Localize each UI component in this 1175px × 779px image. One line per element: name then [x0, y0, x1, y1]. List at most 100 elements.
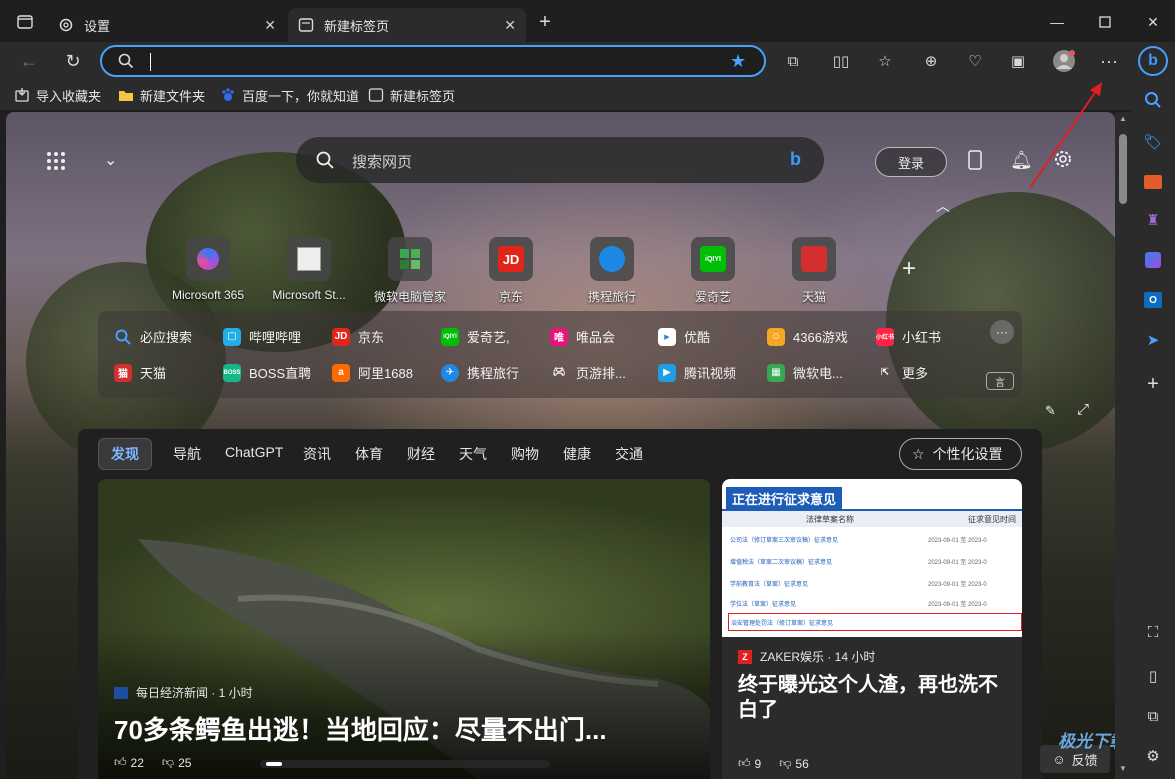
search-icon[interactable] — [1141, 88, 1165, 112]
quick-link-jd[interactable]: JD — [489, 237, 533, 281]
site-link[interactable]: BOSS BOSS直聘 — [223, 363, 311, 382]
site-navigation-panel — [98, 311, 1022, 398]
favorite-star-icon[interactable]: ★ — [730, 51, 746, 72]
hide-sidebar-icon[interactable]: ▯ — [1141, 664, 1165, 688]
scroll-down-icon[interactable]: ▼ — [1119, 764, 1127, 773]
feed-tab[interactable]: 交通 — [615, 444, 643, 464]
feed-tab[interactable]: 导航 — [173, 444, 201, 464]
address-bar[interactable]: ★ — [100, 45, 766, 77]
toolbar: ← ↻ ★ ⧉ ▯▯ ☆ ⊕ ♡ ▣ ··· b — [0, 42, 1175, 80]
close-tab-icon[interactable]: ✕ — [264, 17, 276, 34]
open-external-icon[interactable]: ⧉ — [1141, 704, 1165, 728]
quick-link-ctrip[interactable] — [590, 237, 634, 281]
site-link[interactable]: 猫天猫 — [114, 363, 166, 382]
add-sidebar-app-icon[interactable]: + — [1141, 372, 1165, 396]
split-screen-icon[interactable]: ▯▯ — [828, 49, 854, 73]
microsoft365-icon[interactable] — [1141, 248, 1165, 272]
tools-icon[interactable] — [1141, 170, 1165, 194]
feed-tab[interactable]: ChatGPT — [225, 444, 283, 460]
personalize-button[interactable]: ☆ 个性化设置 — [899, 438, 1022, 470]
scroll-up-icon[interactable]: ▲ — [1119, 114, 1127, 123]
site-link[interactable]: iQIYI 爱奇艺, — [441, 327, 510, 346]
sidebar-settings-icon[interactable]: ⚙ — [1141, 744, 1165, 768]
edit-background-icon[interactable]: ✎ — [1045, 403, 1056, 419]
more-options-icon[interactable]: ··· — [1096, 49, 1122, 73]
site-link[interactable]: ▢ 哔哩哔哩 — [223, 327, 301, 346]
back-arrow-icon[interactable]: ← — [16, 49, 42, 73]
chevron-down-icon[interactable]: ⌄ — [104, 150, 117, 170]
feed-tab[interactable]: 财经 — [407, 444, 435, 464]
tab-settings[interactable]: 设置 ✕ — [48, 8, 286, 42]
fav-baidu[interactable]: 百度一下，你就知道 — [220, 86, 359, 104]
phone-icon[interactable] — [968, 150, 982, 175]
site-link[interactable]: ✈ 携程旅行 — [441, 363, 519, 382]
favorites-icon[interactable]: ☆ — [872, 49, 898, 73]
login-button[interactable]: 登录 — [875, 147, 947, 177]
fav-new-tab[interactable]: 新建标签页 — [368, 86, 455, 104]
send-icon[interactable]: ➤ — [1141, 328, 1165, 352]
extensions-icon[interactable]: ⧉ — [780, 49, 806, 73]
new-tab-button[interactable]: + — [530, 10, 560, 34]
thumbs-down-icon[interactable]: 👎︎ — [162, 755, 174, 770]
more-sites-icon[interactable]: ··· — [990, 320, 1014, 344]
feed-tab[interactable]: 天气 — [459, 444, 487, 464]
tmall-icon: 猫 — [114, 363, 132, 382]
quick-link-m365[interactable] — [186, 237, 230, 281]
minimize-icon[interactable]: — — [1042, 10, 1072, 34]
close-tab-icon[interactable]: ✕ — [504, 17, 516, 34]
shopping-tag-icon[interactable]: 🏷︎ — [1141, 130, 1165, 154]
performance-icon[interactable]: ♡ — [962, 49, 988, 73]
site-link[interactable]: 🎮︎ 页游排... — [550, 363, 626, 382]
fav-import[interactable]: 导入收藏夹 — [14, 86, 101, 104]
keyboard-icon[interactable]: 言 — [986, 372, 1014, 390]
page-scrollbar[interactable]: ▲ ▼ — [1115, 112, 1131, 779]
site-link[interactable]: ☺ 4366游戏 — [767, 327, 848, 346]
site-link[interactable]: JD 京东 — [332, 327, 384, 346]
site-link[interactable]: ⇱ 更多 — [876, 363, 928, 382]
expand-icon[interactable]: ⤢ — [1077, 401, 1089, 418]
thumbs-down-icon[interactable]: 👎︎ — [779, 756, 791, 771]
outlook-icon[interactable]: O — [1141, 288, 1165, 312]
feed-tab[interactable]: 体育 — [355, 444, 383, 464]
collections-icon[interactable]: ⊕ — [918, 49, 944, 73]
feed-tab[interactable]: 健康 — [563, 444, 591, 464]
story-title[interactable]: 终于曝光这个人渣，再也洗不白了 — [738, 673, 1008, 723]
profile-avatar[interactable] — [1051, 49, 1077, 73]
apps-grid-icon[interactable] — [46, 151, 66, 176]
add-quick-link-button[interactable]: + — [902, 255, 916, 283]
tab-actions-icon[interactable] — [10, 10, 40, 34]
fav-folder[interactable]: 新建文件夹 — [118, 86, 205, 104]
thumbs-up-icon[interactable]: 👍︎ — [114, 755, 127, 770]
screenshot-icon[interactable]: ⛶ — [1141, 620, 1165, 644]
feed-tab[interactable]: 资讯 — [303, 444, 331, 464]
scrollbar-thumb[interactable] — [1119, 134, 1127, 204]
games-icon[interactable]: ♜ — [1141, 208, 1165, 232]
site-link[interactable]: ▶ 腾讯视频 — [658, 363, 736, 382]
quick-link-tmall[interactable] — [792, 237, 836, 281]
chevron-up-icon[interactable]: ︿ — [936, 196, 950, 216]
site-link[interactable]: 必应搜索 — [114, 327, 192, 346]
site-link[interactable]: a 阿里1688 — [332, 363, 413, 382]
site-link[interactable]: 唯唯品会 — [550, 327, 615, 346]
maximize-icon[interactable] — [1090, 10, 1120, 34]
close-window-icon[interactable]: ✕ — [1138, 10, 1168, 34]
story-title[interactable]: 70多条鳄鱼出逃！当地回应：尽量不出门... — [114, 710, 607, 747]
quick-link-iqiyi[interactable]: iQIYI — [691, 237, 735, 281]
carousel-indicator[interactable] — [260, 760, 550, 768]
workspaces-icon[interactable]: ▣ — [1005, 49, 1031, 73]
site-link[interactable]: ▦ 微软电... — [767, 363, 843, 382]
main-story-card[interactable]: 每日经济新闻 · 1 小时 70多条鳄鱼出逃！当地回应：尽量不出门... 👍︎ 2… — [98, 479, 710, 779]
side-story-card[interactable]: 正在进行征求意见 法律草案名称 征求意见时间 公司法（修订草案三次审议稿）征求意… — [722, 479, 1022, 779]
tab-new-tab[interactable]: 新建标签页 ✕ — [288, 8, 526, 42]
feed-tab-discover[interactable]: 发现 — [111, 444, 139, 464]
copilot-icon[interactable]: b — [1138, 46, 1168, 76]
bing-icon[interactable]: b — [790, 149, 801, 170]
web-search-box[interactable]: 搜索网页 b — [296, 137, 824, 183]
thumbs-up-icon[interactable]: 👍︎ — [738, 756, 751, 771]
quick-link-pcmanager[interactable] — [388, 237, 432, 281]
feed-tab[interactable]: 购物 — [511, 444, 539, 464]
site-link[interactable]: 小红书 小红书 — [876, 327, 941, 346]
site-link[interactable]: ▶ 优酷 — [658, 327, 710, 346]
quick-link-msstore[interactable] — [287, 237, 331, 281]
refresh-icon[interactable]: ↻ — [60, 49, 86, 73]
